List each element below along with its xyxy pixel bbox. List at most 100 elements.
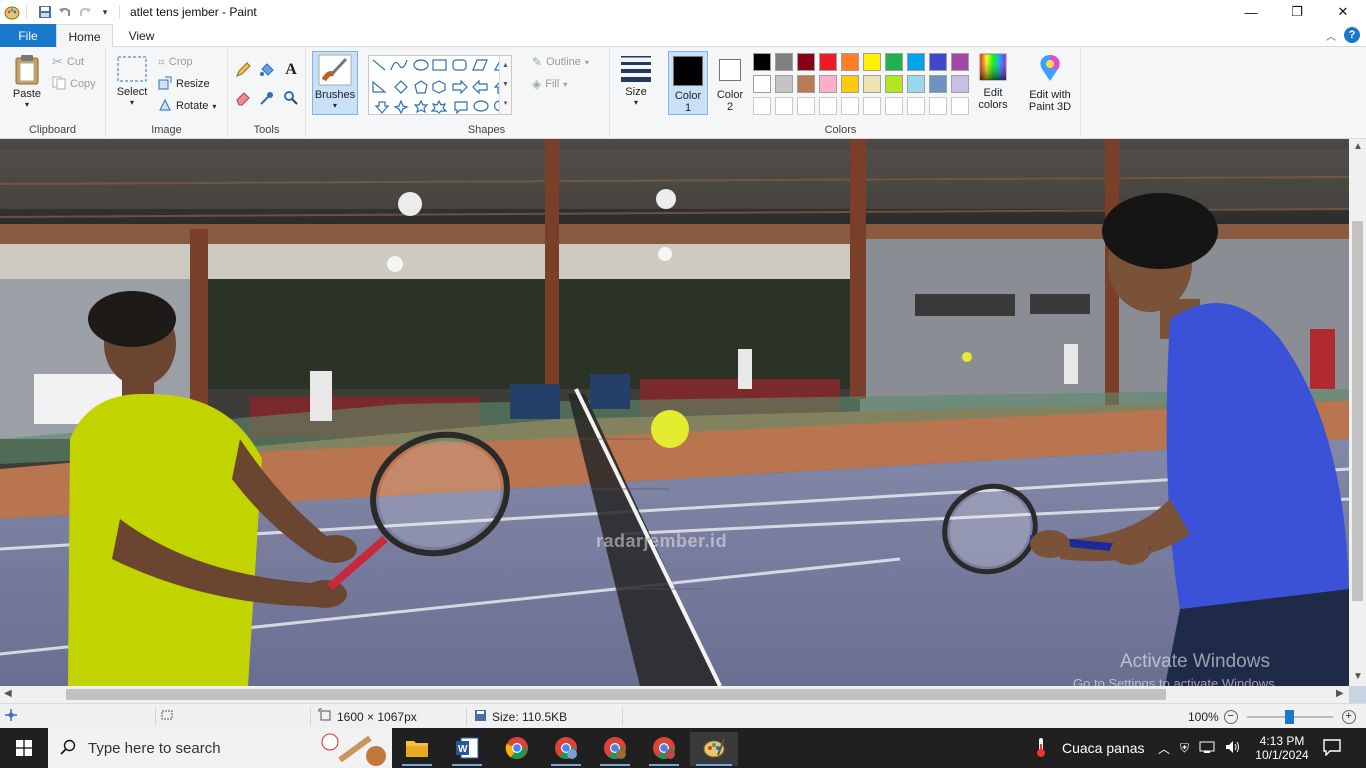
custom-color-slot[interactable]	[885, 97, 903, 115]
horizontal-scroll-thumb[interactable]	[66, 689, 1166, 700]
customize-quick-access-icon[interactable]: ▾	[97, 4, 113, 20]
start-button[interactable]	[3, 732, 45, 766]
color1-button[interactable]: Color 1	[668, 51, 708, 115]
active-indicator	[600, 764, 630, 766]
color-swatch[interactable]	[885, 75, 903, 93]
custom-color-slot[interactable]	[841, 97, 859, 115]
maximize-button[interactable]: ❐	[1274, 0, 1320, 24]
tab-file[interactable]: File	[0, 24, 56, 47]
security-icon[interactable]: ⛨	[1180, 741, 1189, 756]
help-icon[interactable]: ?	[1344, 27, 1360, 43]
redo-icon[interactable]	[77, 4, 93, 20]
color-swatch[interactable]	[907, 75, 925, 93]
horizontal-scrollbar[interactable]: ◀ ▶	[0, 686, 1349, 703]
color-swatch[interactable]	[797, 53, 815, 71]
clock[interactable]: 4:13 PM 10/1/2024	[1252, 728, 1312, 768]
scroll-down-icon[interactable]: ▼	[1353, 671, 1363, 682]
zoom-slider[interactable]	[1246, 709, 1333, 724]
pencil-icon[interactable]	[234, 61, 252, 79]
size-button[interactable]: Size ▾	[616, 53, 656, 107]
undo-icon[interactable]	[57, 4, 73, 20]
cut-button[interactable]: ✂ Cut	[52, 52, 84, 72]
taskbar-search[interactable]: Type here to search	[48, 728, 392, 768]
color-swatch[interactable]	[929, 75, 947, 93]
magnifier-icon[interactable]	[282, 89, 300, 107]
paint-app-icon[interactable]	[4, 4, 20, 20]
color-swatch[interactable]	[775, 53, 793, 71]
vertical-scrollbar[interactable]: ▲ ▼	[1349, 139, 1366, 686]
color-swatch[interactable]	[819, 53, 837, 71]
color-swatch[interactable]	[753, 75, 771, 93]
copy-button[interactable]: Copy	[52, 74, 96, 94]
color-swatch[interactable]	[863, 53, 881, 71]
color-swatch[interactable]	[797, 75, 815, 93]
color-swatch[interactable]	[951, 53, 969, 71]
zoom-slider-thumb[interactable]	[1284, 709, 1294, 724]
collapse-ribbon-icon[interactable]: ︿	[1326, 28, 1336, 43]
crop-label: Crop	[168, 56, 193, 68]
eraser-icon[interactable]	[234, 89, 252, 107]
tennis-photo[interactable]: radarjember.id Activate Windows Go to Se…	[0, 139, 1349, 686]
crop-button[interactable]: ⌗ Crop	[158, 52, 193, 72]
custom-color-slot[interactable]	[753, 97, 771, 115]
fill-bucket-icon[interactable]	[258, 61, 276, 79]
paint-taskbar-button[interactable]	[690, 732, 738, 766]
color-swatch[interactable]	[929, 53, 947, 71]
chrome-profile-3-button[interactable]	[643, 732, 685, 766]
color-swatch[interactable]	[951, 75, 969, 93]
shapes-gallery: ▲ ▼ ▾	[368, 55, 512, 115]
vertical-scroll-thumb[interactable]	[1352, 221, 1363, 601]
network-icon[interactable]	[1199, 740, 1215, 757]
color1-swatch	[673, 56, 703, 86]
save-icon[interactable]	[37, 4, 53, 20]
color-swatch[interactable]	[753, 53, 771, 71]
zoom-out-icon[interactable]: −	[1223, 709, 1238, 724]
custom-color-slot[interactable]	[907, 97, 925, 115]
color-swatch[interactable]	[907, 53, 925, 71]
color-swatch[interactable]	[863, 75, 881, 93]
text-tool-icon[interactable]: A	[282, 61, 300, 79]
custom-color-slot[interactable]	[775, 97, 793, 115]
scroll-left-icon[interactable]: ◀	[4, 688, 12, 699]
show-hidden-icons-icon[interactable]: ︿	[1158, 740, 1170, 757]
outline-button[interactable]: ✎ Outline ▾	[532, 52, 589, 72]
custom-color-slot[interactable]	[929, 97, 947, 115]
custom-color-slot[interactable]	[863, 97, 881, 115]
tab-home[interactable]: Home	[56, 24, 113, 48]
color-swatch[interactable]	[885, 53, 903, 71]
word-button[interactable]: W	[446, 732, 488, 766]
color-swatch[interactable]	[841, 75, 859, 93]
color2-button[interactable]: Color 2	[712, 51, 748, 115]
scroll-up-icon[interactable]: ▲	[1353, 141, 1363, 152]
color-swatch[interactable]	[775, 75, 793, 93]
custom-color-slot[interactable]	[951, 97, 969, 115]
color-swatch[interactable]	[841, 53, 859, 71]
select-button[interactable]: Select ▾	[114, 55, 150, 107]
close-button[interactable]: ✕	[1320, 0, 1366, 24]
resize-button[interactable]: Resize	[158, 74, 210, 94]
tab-view[interactable]: View	[113, 24, 170, 47]
edit-colors-button[interactable]: Edit colors	[974, 53, 1012, 111]
file-explorer-button[interactable]	[396, 732, 438, 766]
minimize-button[interactable]: —	[1228, 0, 1274, 24]
color-swatch[interactable]	[819, 75, 837, 93]
notifications-button[interactable]	[1322, 728, 1342, 768]
paste-button[interactable]: Paste ▾	[8, 53, 46, 109]
fill-button[interactable]: ◈ Fill ▾	[532, 74, 567, 94]
shapes-scroll[interactable]: ▲ ▼ ▾	[499, 56, 511, 114]
edit-with-paint3d-button[interactable]: Edit with Paint 3D	[1025, 53, 1075, 113]
scroll-right-icon[interactable]: ▶	[1336, 688, 1344, 699]
weather-widget[interactable]: Cuaca panas	[1032, 728, 1145, 768]
rotate-button[interactable]: Rotate ▾	[158, 96, 216, 116]
zoom-in-icon[interactable]: +	[1341, 709, 1356, 724]
brushes-button[interactable]: Brushes ▾	[312, 51, 358, 115]
custom-color-slot[interactable]	[797, 97, 815, 115]
color-picker-icon[interactable]	[258, 89, 276, 107]
title-separator	[119, 5, 120, 19]
custom-color-slot[interactable]	[819, 97, 837, 115]
shape-icons[interactable]	[369, 56, 513, 116]
chrome-profile-2-button[interactable]	[594, 732, 636, 766]
volume-icon[interactable]	[1225, 740, 1241, 757]
chrome-profile-1-button[interactable]	[545, 732, 587, 766]
chrome-button[interactable]	[496, 732, 538, 766]
